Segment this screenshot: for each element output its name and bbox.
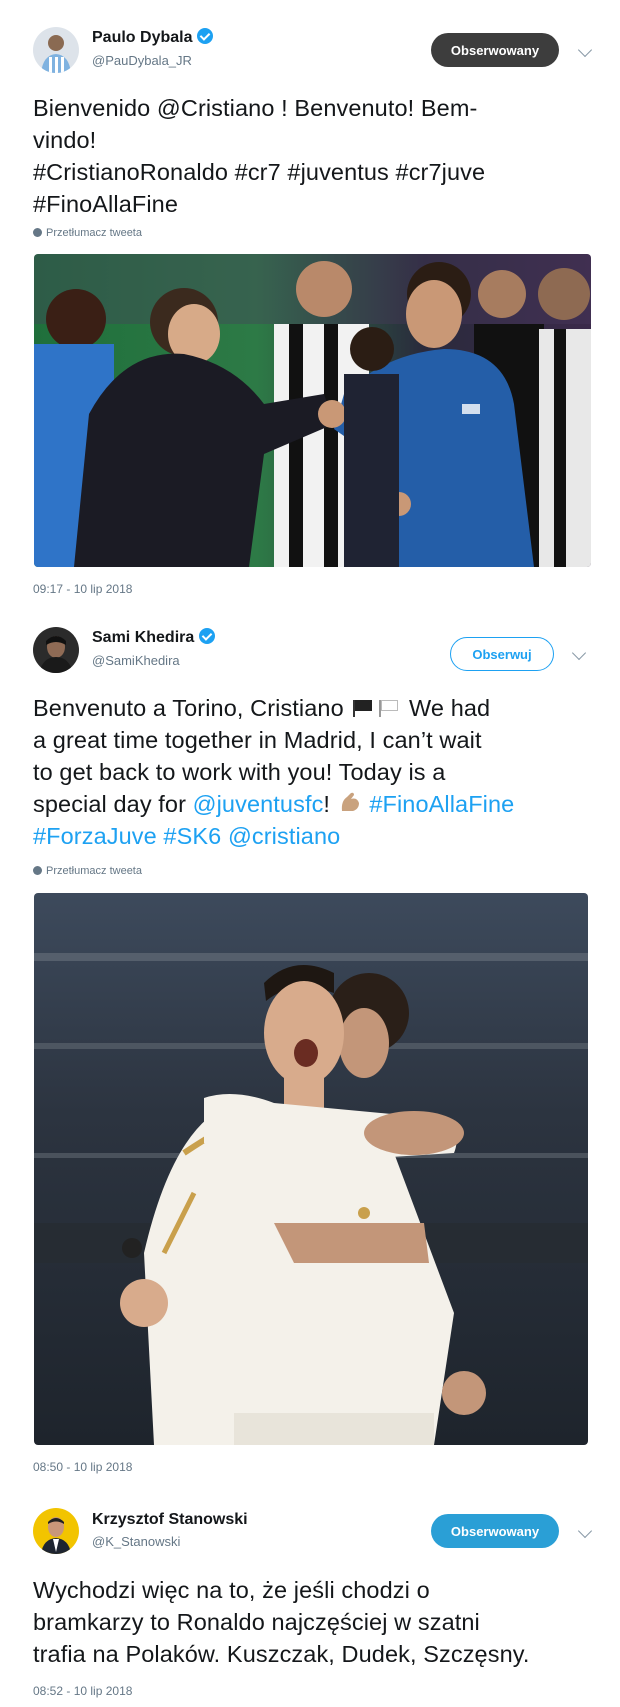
avatar[interactable]	[33, 627, 79, 673]
avatar[interactable]	[33, 27, 79, 73]
chevron-down-icon[interactable]	[577, 1523, 593, 1539]
white-flag-icon	[378, 693, 400, 717]
flexed-biceps-icon	[339, 789, 361, 811]
tweet-photo[interactable]	[34, 254, 591, 567]
tweet-text: Wychodzi więc na to, że jeśli chodzi o b…	[33, 1577, 530, 1667]
globe-icon	[33, 866, 42, 875]
tweet-text: Benvenuto a Torino, Cristiano We had a g…	[33, 693, 515, 849]
globe-icon	[33, 228, 42, 237]
tweet-stanowski: Krzysztof Stanowski @K_Stanowski Obserwo…	[0, 1470, 620, 1707]
tweet-text: Bienvenido @Cristiano ! Benvenuto! Bem- …	[33, 95, 486, 217]
mention-link[interactable]: @cristiano	[228, 823, 340, 849]
username[interactable]: @K_Stanowski	[92, 1534, 180, 1549]
tweet-khedira: Sami Khedira @SamiKhedira Obserwuj Benve…	[0, 600, 620, 1474]
tweet-photo[interactable]	[34, 893, 588, 1445]
chevron-down-icon[interactable]	[577, 42, 593, 58]
hashtag-link[interactable]: #FinoAllaFine	[369, 791, 514, 817]
display-name[interactable]: Paulo Dybala	[92, 28, 214, 47]
translate-link[interactable]: Przetłumacz tweeta	[33, 227, 142, 239]
timestamp[interactable]: 08:52 - 10 lip 2018	[33, 1684, 132, 1698]
verified-icon	[199, 628, 216, 644]
username[interactable]: @PauDybala_JR	[92, 53, 192, 68]
display-name[interactable]: Krzysztof Stanowski	[92, 1511, 248, 1529]
follow-button[interactable]: Obserwuj	[450, 637, 554, 671]
username[interactable]: @SamiKhedira	[92, 653, 180, 668]
hashtag-link[interactable]: #SK6	[163, 823, 221, 849]
following-button[interactable]: Obserwowany	[431, 33, 559, 67]
translate-link[interactable]: Przetłumacz tweeta	[33, 865, 142, 877]
black-flag-icon	[352, 693, 374, 717]
verified-icon	[197, 28, 214, 44]
timestamp[interactable]: 09:17 - 10 lip 2018	[33, 582, 132, 596]
following-button[interactable]: Obserwowany	[431, 1514, 559, 1548]
tweet-dybala: Paulo Dybala @PauDybala_JR Obserwowany B…	[0, 0, 620, 600]
display-name[interactable]: Sami Khedira	[92, 628, 216, 647]
hashtag-link[interactable]: #ForzaJuve	[33, 823, 157, 849]
mention-link[interactable]: @juventusfc	[193, 791, 324, 817]
avatar[interactable]	[33, 1508, 79, 1554]
chevron-down-icon[interactable]	[571, 645, 587, 661]
